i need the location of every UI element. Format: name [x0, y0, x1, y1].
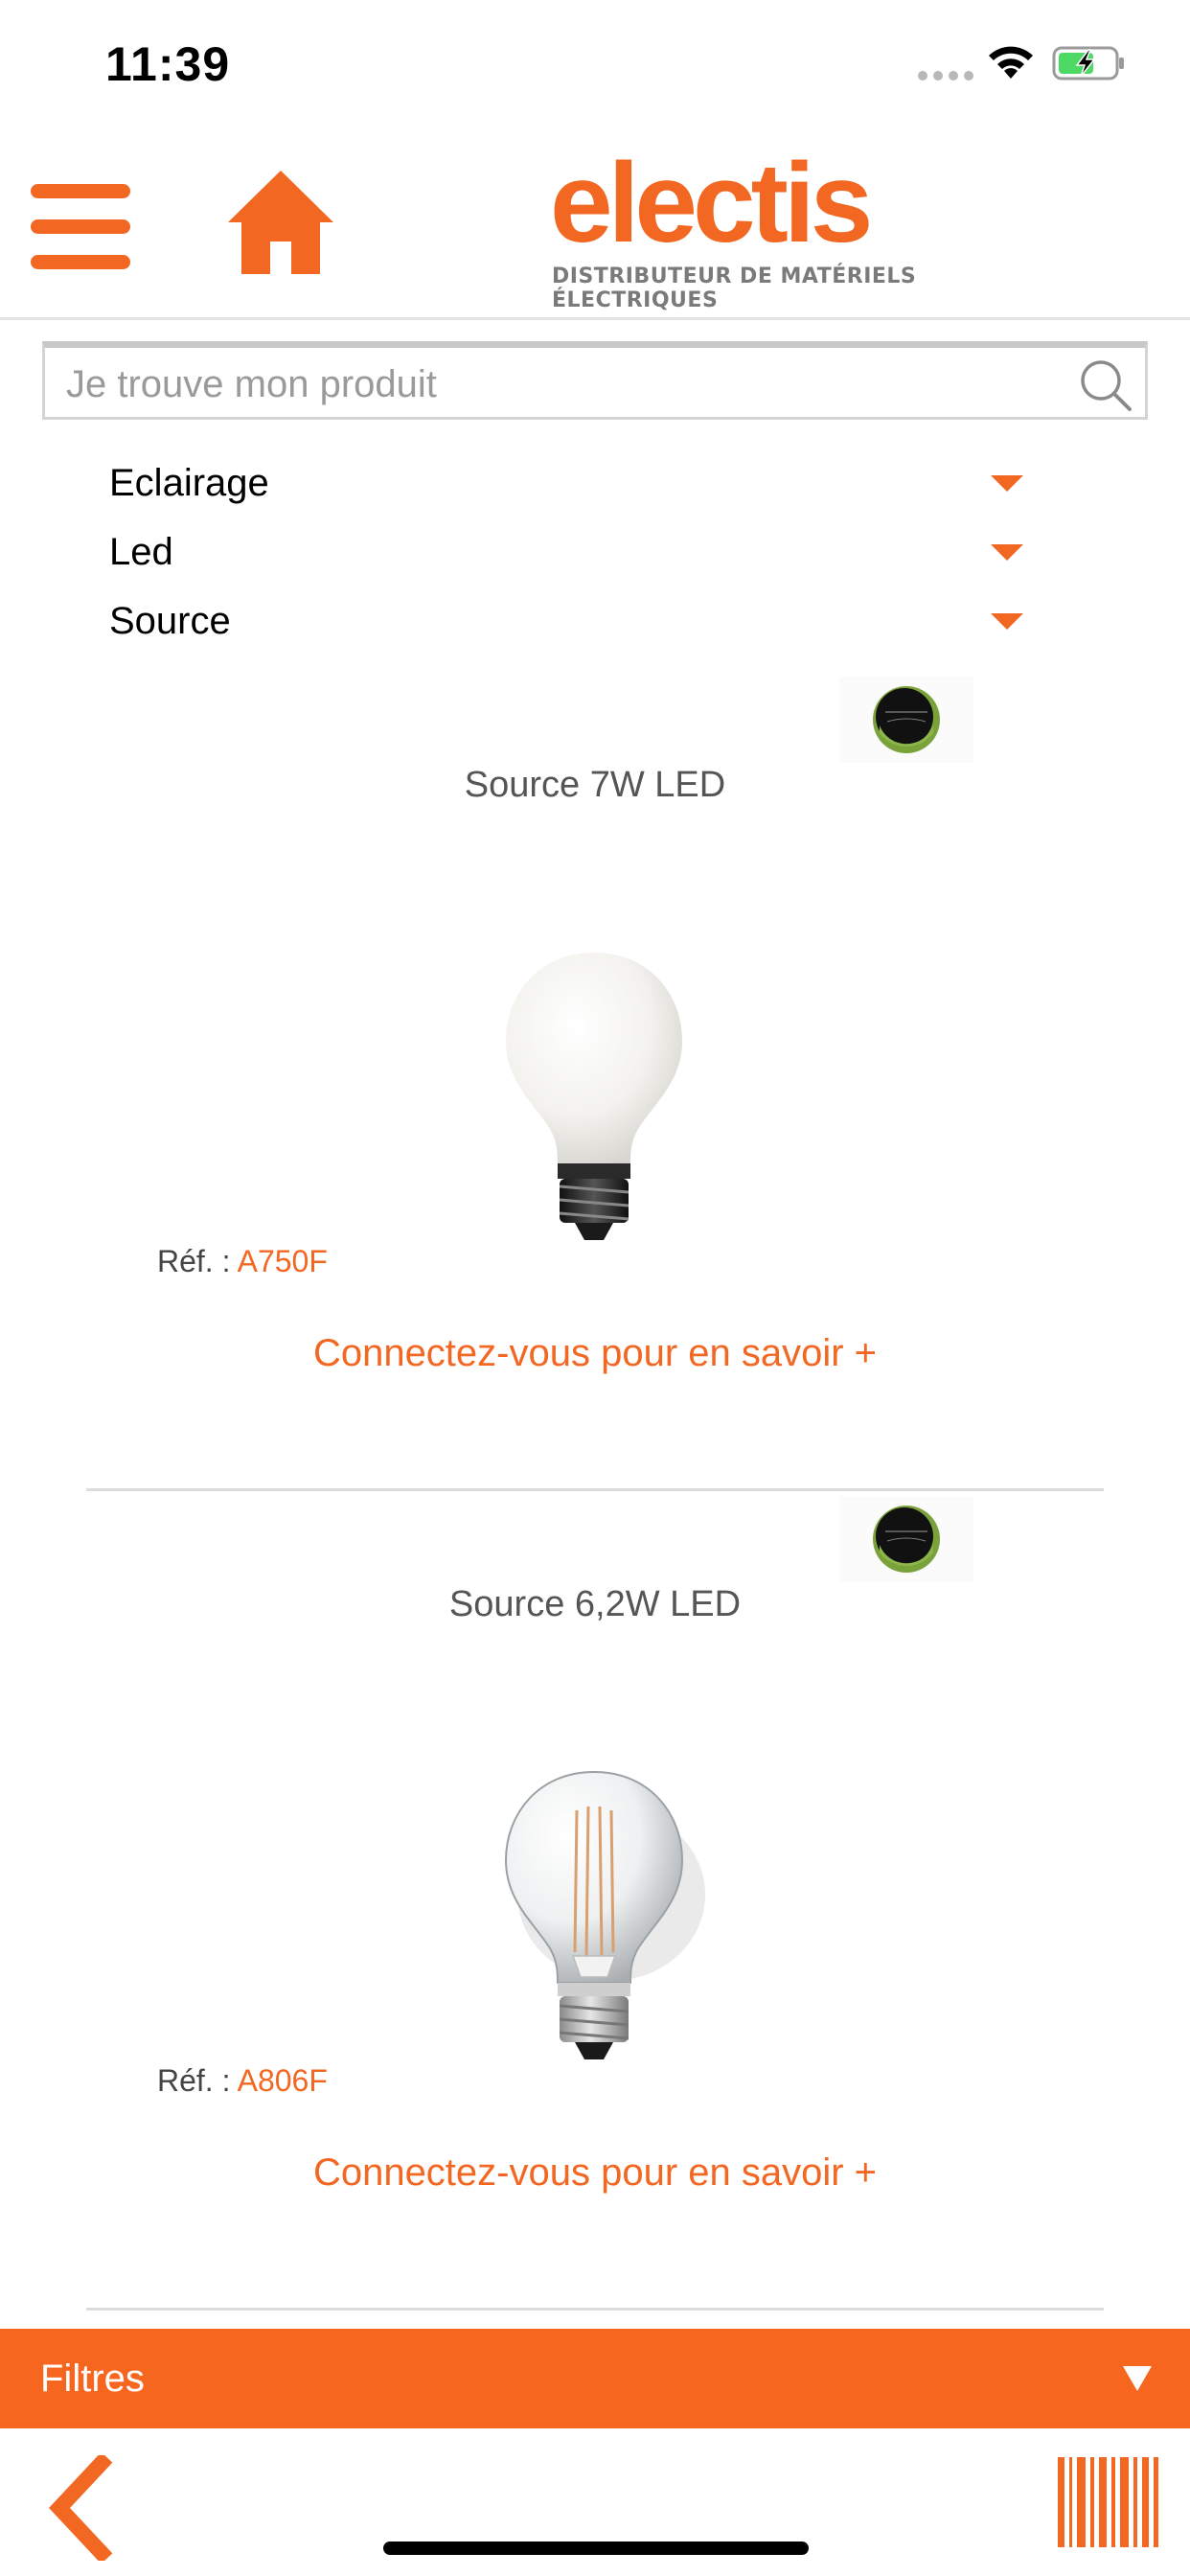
- category-label: Source: [109, 599, 231, 642]
- hamburger-menu-icon[interactable]: [31, 184, 130, 270]
- electis-logo[interactable]: electis DISTRIBUTEUR DE MATÉRIELS ÉLECTR…: [550, 140, 1048, 312]
- filter-label: Filtres: [40, 2357, 145, 2400]
- product-reference: Réf. : A806F: [157, 2063, 328, 2099]
- product-image-filament-bulb[interactable]: [450, 1760, 738, 2069]
- connect-link[interactable]: Connectez-vous pour en savoir +: [86, 2151, 1104, 2195]
- status-bar: 11:39: [0, 0, 1190, 125]
- category-row-led[interactable]: Led: [109, 521, 1029, 583]
- product-card[interactable]: Source 7W LED Réf. : A750F Connectez-vou…: [86, 671, 1104, 1491]
- logo-wordmark: electis: [550, 140, 873, 266]
- logo-tagline: DISTRIBUTEUR DE MATÉRIELS ÉLECTRIQUES: [552, 264, 917, 312]
- ref-value[interactable]: A806F: [238, 2063, 328, 2098]
- app-header: electis DISTRIBUTEUR DE MATÉRIELS ÉLECTR…: [0, 125, 1190, 320]
- home-indicator[interactable]: [383, 2542, 809, 2555]
- product-reference: Réf. : A750F: [157, 1244, 328, 1279]
- filter-bar[interactable]: Filtres: [0, 2329, 1190, 2428]
- product-title[interactable]: Source 6,2W LED: [86, 1584, 1104, 1625]
- product-image-frosted-bulb[interactable]: [450, 941, 738, 1250]
- chevron-down-icon[interactable]: [991, 474, 1023, 492]
- eva-lighting-logo-icon: [873, 1506, 940, 1573]
- wifi-icon: [989, 46, 1033, 79]
- chevron-down-icon[interactable]: [991, 543, 1023, 561]
- ref-label: Réf. :: [157, 2063, 231, 2098]
- brand-logo: [839, 1496, 973, 1582]
- category-row-eclairage[interactable]: Eclairage: [109, 452, 1029, 514]
- search-box[interactable]: [42, 341, 1148, 420]
- status-time: 11:39: [105, 37, 231, 91]
- triangle-down-icon[interactable]: [1123, 2366, 1152, 2391]
- back-arrow-icon[interactable]: [42, 2455, 119, 2561]
- cellular-signal-icon: [918, 71, 973, 80]
- category-row-source[interactable]: Source: [109, 590, 1029, 652]
- ref-label: Réf. :: [157, 1244, 231, 1278]
- chevron-down-icon[interactable]: [991, 612, 1023, 630]
- bottom-toolbar: [0, 2428, 1190, 2576]
- connect-link[interactable]: Connectez-vous pour en savoir +: [86, 1332, 1104, 1375]
- product-card[interactable]: Source 6,2W LED Réf. : A806F Connectez-v…: [86, 1490, 1104, 2311]
- category-label: Eclairage: [109, 461, 269, 504]
- brand-logo: [839, 677, 973, 763]
- eva-lighting-logo-icon: [873, 686, 940, 753]
- search-input[interactable]: [66, 359, 1034, 409]
- search-icon[interactable]: [1076, 356, 1135, 415]
- barcode-scanner-icon[interactable]: [1058, 2457, 1163, 2547]
- home-icon[interactable]: [226, 169, 335, 276]
- battery-charging-icon: [1052, 46, 1124, 80]
- product-title[interactable]: Source 7W LED: [86, 765, 1104, 806]
- ref-value[interactable]: A750F: [238, 1244, 328, 1278]
- category-label: Led: [109, 530, 173, 573]
